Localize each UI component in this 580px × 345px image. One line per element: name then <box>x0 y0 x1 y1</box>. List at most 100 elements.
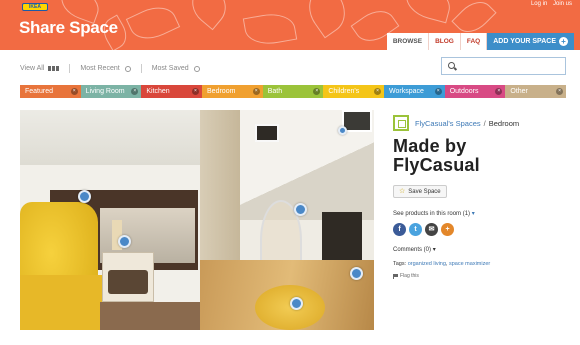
flag-icon <box>393 273 398 279</box>
room-type[interactable]: Bedroom <box>489 119 519 128</box>
leaf-decoration <box>125 0 181 47</box>
star-icon: ☆ <box>399 188 406 195</box>
category-bar: Featured × Living Room × Kitchen × Bedroom ×… <box>20 85 567 98</box>
leaf-decoration <box>299 0 355 39</box>
leaf-decoration <box>242 9 298 49</box>
tags-row: Tags: organized living, space maximizer <box>393 261 491 267</box>
tab-blog[interactable]: BLOG <box>429 33 461 50</box>
search-icon[interactable] <box>448 62 455 69</box>
close-icon[interactable]: × <box>131 88 139 95</box>
most-saved-link[interactable]: Most Saved <box>152 65 189 72</box>
search-input[interactable] <box>441 57 566 75</box>
most-recent-link[interactable]: Most Recent <box>80 65 119 72</box>
product-hotspot[interactable] <box>294 203 307 216</box>
radio <box>108 270 148 294</box>
category-kitchen[interactable]: Kitchen × <box>141 85 203 98</box>
category-label: Bath <box>267 88 283 95</box>
ikea-logo[interactable]: IKEA <box>22 3 48 11</box>
comments-toggle[interactable]: Comments (0) ▾ <box>393 246 573 253</box>
view-all-link[interactable]: View All <box>20 65 44 72</box>
product-hotspot[interactable] <box>350 267 363 280</box>
comments-label: Comments (0) <box>393 247 432 253</box>
bed-cover <box>20 275 105 330</box>
add-your-space-button[interactable]: ADD YOUR SPACE + <box>487 33 574 50</box>
share-icons: f t ✉ + <box>393 223 573 236</box>
owner-spaces-link[interactable]: FlyCasual's Spaces <box>415 119 481 128</box>
ceiling <box>20 110 200 165</box>
category-featured[interactable]: Featured × <box>20 85 81 98</box>
products-label: See products in this room (1) <box>393 211 471 217</box>
category-label: Featured <box>25 88 54 95</box>
save-space-button[interactable]: ☆ Save Space <box>393 185 447 198</box>
category-label: Kitchen <box>146 88 170 95</box>
product-hotspot[interactable] <box>290 297 303 310</box>
product-hotspot[interactable] <box>338 126 347 135</box>
chevron-down-icon: ▾ <box>432 247 436 253</box>
category-childrens[interactable]: Children's × <box>323 85 385 98</box>
title-line: FlyCasual <box>393 155 480 175</box>
round-rug <box>255 285 325 330</box>
chevron-down-icon: ▾ <box>471 211 475 217</box>
leaf-decoration <box>183 0 235 31</box>
category-label: Other <box>510 88 528 95</box>
close-icon[interactable]: × <box>252 88 260 95</box>
site-header: IKEA Share Space Log in Join us BROWSE B… <box>0 0 580 50</box>
clock-icon <box>124 65 131 72</box>
space-details: FlyCasual's Spaces / Bedroom Made by Fly… <box>393 115 573 279</box>
leaf-decoration <box>401 0 455 24</box>
category-label: Children's <box>328 88 360 95</box>
breadcrumb-separator: / <box>483 118 486 128</box>
space-icon <box>393 115 409 131</box>
save-label: Save Space <box>408 188 441 195</box>
category-bedroom[interactable]: Bedroom × <box>202 85 263 98</box>
category-workspace[interactable]: Workspace × <box>384 85 445 98</box>
category-label: Living Room <box>85 88 125 95</box>
grid-view-icon[interactable] <box>48 66 60 71</box>
category-outdoors[interactable]: Outdoors × <box>444 85 506 98</box>
tags-prefix: Tags: <box>393 261 407 267</box>
framed-photo <box>255 124 279 142</box>
close-icon[interactable]: × <box>192 88 200 95</box>
more-share-icon[interactable]: + <box>441 223 454 236</box>
flag-link[interactable]: Flag this <box>393 273 573 279</box>
email-icon[interactable]: ✉ <box>425 223 438 236</box>
account-links: Log in Join us <box>527 1 572 7</box>
plus-icon: + <box>559 37 568 46</box>
divider <box>140 64 142 73</box>
close-icon[interactable]: × <box>556 88 564 95</box>
tab-faq[interactable]: FAQ <box>460 33 488 50</box>
saved-icon <box>193 65 200 72</box>
join-link[interactable]: Join us <box>553 1 572 7</box>
page-title: Made by FlyCasual <box>393 137 573 175</box>
twitter-icon[interactable]: t <box>409 223 422 236</box>
login-link[interactable]: Log in <box>531 1 547 7</box>
close-icon[interactable]: × <box>374 88 382 95</box>
floor <box>100 302 200 330</box>
sort-filters: View All Most Recent Most Saved <box>20 64 200 73</box>
products-toggle[interactable]: See products in this room (1) ▾ <box>393 210 573 217</box>
category-bath[interactable]: Bath × <box>262 85 324 98</box>
close-icon[interactable]: × <box>434 88 442 95</box>
close-icon[interactable]: × <box>313 88 321 95</box>
add-space-label: ADD YOUR SPACE <box>493 38 556 45</box>
category-other[interactable]: Other × <box>505 85 567 98</box>
close-icon[interactable]: × <box>70 88 78 95</box>
close-icon[interactable]: × <box>495 88 503 95</box>
breadcrumb: FlyCasual's Spaces / Bedroom <box>393 115 573 131</box>
title-line: Made by <box>393 136 467 156</box>
category-label: Outdoors <box>449 88 479 95</box>
facebook-icon[interactable]: f <box>393 223 406 236</box>
tab-browse[interactable]: BROWSE <box>386 33 430 50</box>
flag-label: Flag this <box>400 273 419 279</box>
category-label: Bedroom <box>207 88 236 95</box>
product-hotspot[interactable] <box>78 190 91 203</box>
room-photo[interactable] <box>20 110 374 330</box>
category-living-room[interactable]: Living Room × <box>80 85 142 98</box>
category-label: Workspace <box>389 88 424 95</box>
tag-link[interactable]: space maximizer <box>449 261 490 267</box>
tag-link[interactable]: organized living <box>408 261 446 267</box>
product-hotspot[interactable] <box>118 235 131 248</box>
site-title[interactable]: Share Space <box>19 18 118 38</box>
divider <box>69 64 71 73</box>
main-nav: BROWSE BLOG FAQ ADD YOUR SPACE + <box>386 33 574 50</box>
